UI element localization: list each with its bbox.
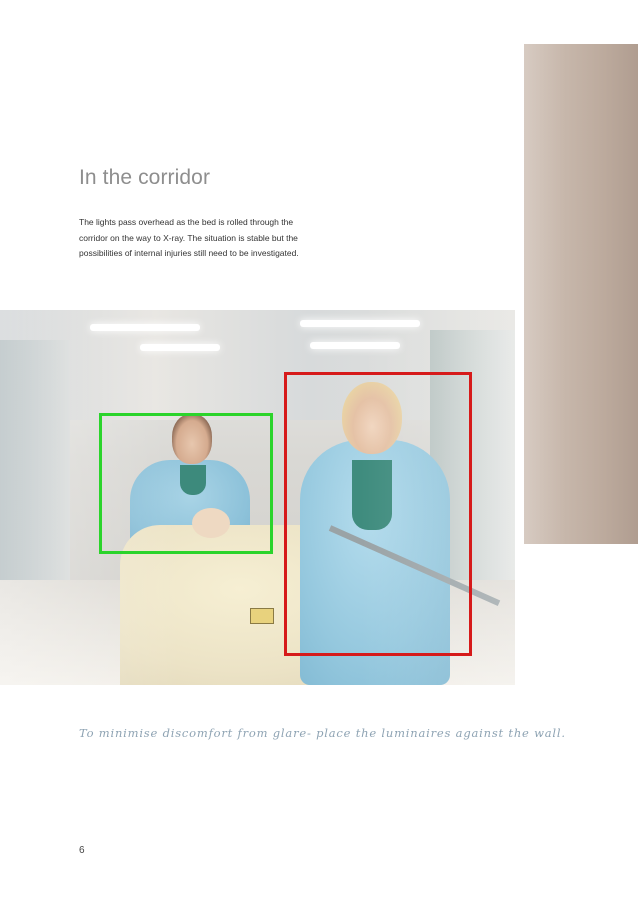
red-bounding-box bbox=[284, 372, 472, 656]
body-line: The lights pass overhead as the bed is r… bbox=[79, 217, 294, 227]
body-line: corridor on the way to X-ray. The situat… bbox=[79, 232, 298, 243]
body-paragraph: The lights pass overhead as the bed is r… bbox=[79, 215, 349, 262]
handwritten-caption: To minimise discomfort from glare- place… bbox=[79, 726, 566, 740]
section-heading: In the corridor bbox=[79, 166, 211, 189]
decorative-side-panel bbox=[524, 44, 638, 544]
green-bounding-box bbox=[99, 413, 273, 554]
page-number: 6 bbox=[79, 845, 85, 856]
body-line: possibilities of internal injuries still… bbox=[79, 248, 299, 258]
